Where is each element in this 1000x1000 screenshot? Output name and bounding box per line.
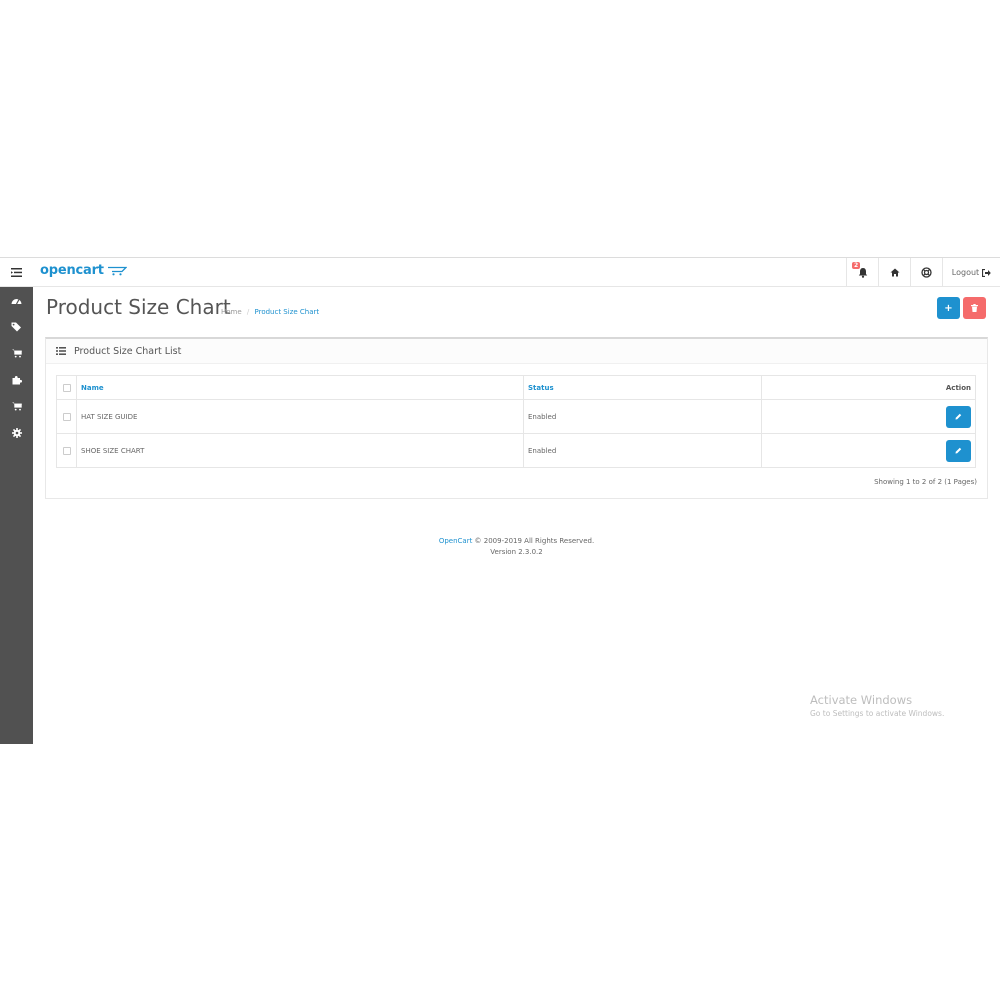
row-name: SHOE SIZE CHART [76, 433, 524, 468]
app-window: opencart 2 Logout Product Size Chart Hom… [0, 257, 1000, 744]
size-chart-table: Name Status Action HAT SIZE GUIDE Enable… [56, 375, 976, 468]
size-chart-panel: Product Size Chart List Name Status Acti… [45, 337, 988, 499]
panel-heading: Product Size Chart List [46, 339, 987, 364]
row-select-cell [56, 399, 77, 434]
list-icon [56, 347, 66, 355]
shopping-cart-icon [11, 349, 22, 358]
activate-windows-watermark: Activate Windows Go to Settings to activ… [810, 693, 944, 718]
row-action-cell [761, 433, 976, 468]
table-header-row: Name Status Action [56, 375, 976, 400]
sidebar-item-extensions-cart[interactable] [0, 340, 33, 367]
sidebar-item-dashboard[interactable] [0, 287, 33, 314]
watermark-title: Activate Windows [810, 693, 913, 707]
pagination-info: Showing 1 to 2 of 2 (1 Pages) [874, 478, 977, 486]
shopping-cart-icon [11, 402, 22, 411]
header-nav: 2 Logout [846, 258, 1000, 287]
edit-button[interactable] [946, 439, 971, 462]
watermark-subtitle: Go to Settings to activate Windows. [810, 709, 945, 718]
home-icon [890, 268, 899, 277]
add-button[interactable]: + [937, 297, 960, 319]
row-name: HAT SIZE GUIDE [76, 399, 524, 434]
row-checkbox[interactable] [62, 446, 71, 455]
tags-icon [11, 322, 21, 332]
table-row: SHOE SIZE CHART Enabled [56, 433, 976, 468]
column-header-name[interactable]: Name [76, 375, 524, 400]
sign-out-icon [982, 268, 991, 277]
opencart-logo[interactable]: opencart [40, 263, 127, 278]
puzzle-icon [12, 375, 22, 385]
breadcrumb-home[interactable]: Home [221, 308, 242, 316]
main-content: Product Size Chart Home / Product Size C… [33, 287, 1000, 744]
notification-badge: 2 [852, 262, 861, 269]
menu-toggle-icon[interactable] [11, 268, 22, 277]
panel-title: Product Size Chart List [74, 345, 182, 357]
trash-icon [971, 304, 978, 312]
select-all-cell [56, 375, 77, 400]
row-checkbox[interactable] [62, 412, 71, 421]
pencil-icon [955, 447, 962, 454]
breadcrumb-separator: / [246, 308, 250, 316]
edit-button[interactable] [946, 405, 971, 428]
sidebar-item-extensions[interactable] [0, 367, 33, 394]
logout-button[interactable]: Logout [942, 258, 1000, 287]
row-action-cell [761, 399, 976, 434]
gear-icon [11, 427, 22, 438]
pencil-icon [955, 413, 962, 420]
sidebar-item-system[interactable] [0, 420, 33, 447]
row-select-cell [56, 433, 77, 468]
logo-cart-icon [107, 266, 127, 275]
row-status: Enabled [523, 399, 762, 434]
logout-label: Logout [951, 268, 980, 277]
footer-copyright: © 2009-2019 All Rights Reserved. [472, 537, 595, 545]
store-home-button[interactable] [878, 258, 910, 287]
sidebar-item-sales[interactable] [0, 393, 33, 420]
footer-brand-link[interactable]: OpenCart [439, 537, 473, 545]
logo-text: opencart [40, 263, 104, 278]
select-all-checkbox[interactable] [62, 383, 71, 392]
help-button[interactable] [910, 258, 942, 287]
plus-icon: + [944, 302, 953, 314]
sidebar [0, 287, 33, 744]
footer: OpenCart © 2009-2019 All Rights Reserved… [33, 536, 1000, 558]
menu-toggle-button[interactable] [0, 258, 33, 287]
dashboard-icon [11, 298, 22, 305]
column-header-action: Action [761, 375, 976, 400]
footer-copyright-line: OpenCart © 2009-2019 All Rights Reserved… [33, 536, 1000, 547]
breadcrumb-current[interactable]: Product Size Chart [255, 308, 320, 316]
column-header-status[interactable]: Status [523, 375, 762, 400]
breadcrumb: Home / Product Size Chart [221, 308, 319, 316]
footer-version: Version 2.3.0.2 [490, 548, 543, 556]
top-header: opencart 2 Logout [0, 257, 1000, 287]
row-status: Enabled [523, 433, 762, 468]
life-ring-icon [921, 267, 932, 278]
notifications-button[interactable]: 2 [846, 258, 878, 287]
table-row: HAT SIZE GUIDE Enabled [56, 399, 976, 434]
page-title: Product Size Chart [46, 295, 231, 319]
delete-button[interactable] [963, 297, 986, 319]
sidebar-item-catalog[interactable] [0, 314, 33, 341]
